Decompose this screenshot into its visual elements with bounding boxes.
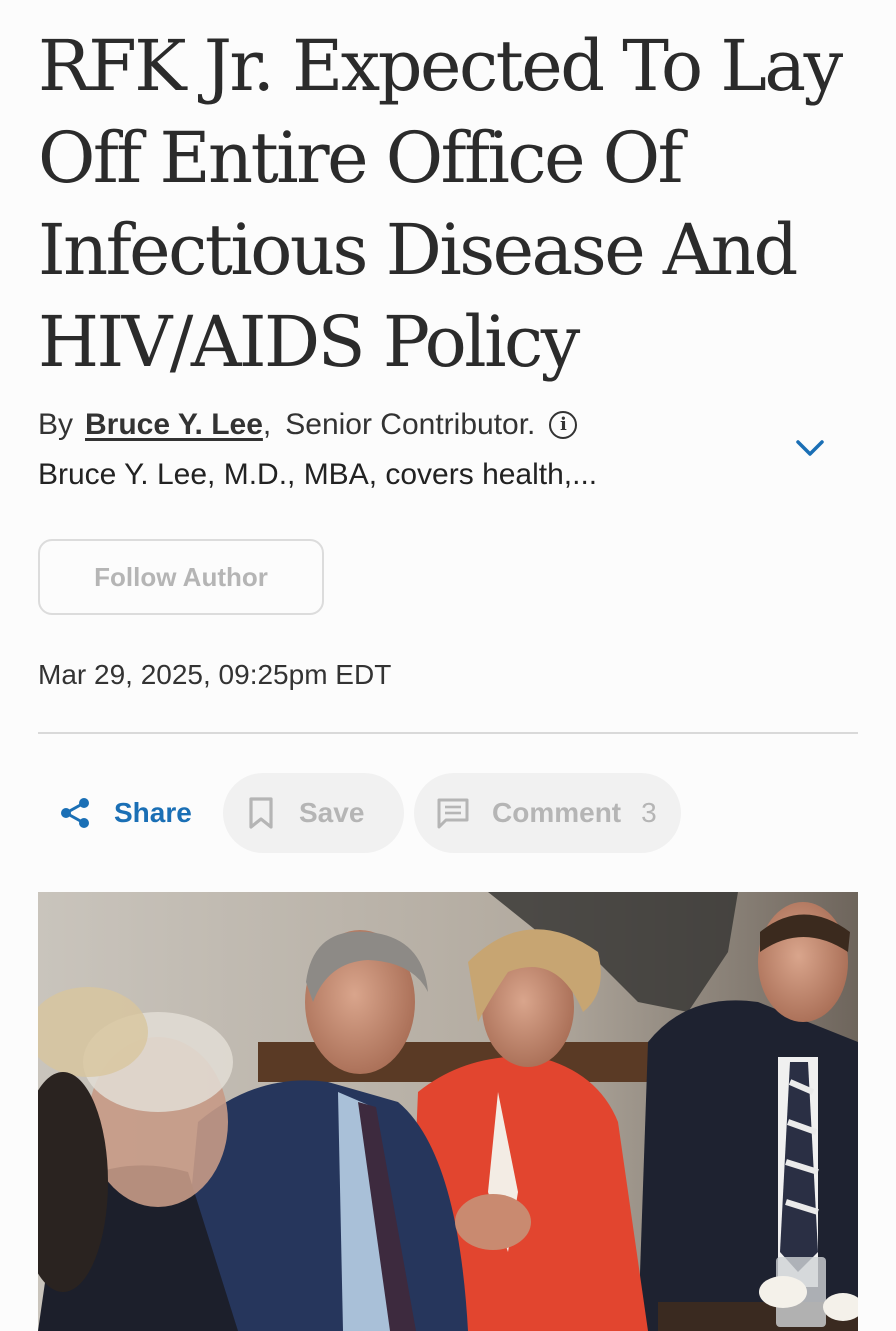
- byline: By Bruce Y. Lee, Senior Contributor. i: [38, 403, 798, 447]
- share-icon: [61, 798, 89, 828]
- comment-label: Comment: [492, 797, 622, 828]
- share-label: Share: [114, 797, 192, 828]
- article-hero-image[interactable]: [38, 892, 858, 1331]
- divider: [38, 732, 858, 734]
- author-bio: Bruce Y. Lee, M.D., MBA, covers health,.…: [38, 458, 598, 491]
- bookmark-icon: [249, 797, 273, 829]
- save-button[interactable]: Save: [223, 773, 404, 853]
- author-link[interactable]: Bruce Y. Lee: [85, 408, 263, 441]
- share-button[interactable]: Share: [58, 773, 192, 853]
- chevron-down-icon[interactable]: [792, 430, 828, 466]
- comment-icon: [437, 798, 469, 829]
- author-title: Senior Contributor.: [285, 408, 536, 441]
- article-headline: RFK Jr. Expected To Lay Off Entire Offic…: [38, 25, 843, 383]
- follow-author-button[interactable]: Follow Author: [38, 539, 324, 615]
- byline-prefix: By: [38, 408, 74, 441]
- byline-separator: ,: [262, 408, 272, 441]
- save-label: Save: [299, 797, 365, 828]
- info-icon[interactable]: i: [549, 411, 578, 439]
- comment-count: 3: [641, 797, 657, 828]
- publish-date: Mar 29, 2025, 09:25pm EDT: [38, 659, 392, 690]
- comment-button[interactable]: Comment 3: [414, 773, 681, 853]
